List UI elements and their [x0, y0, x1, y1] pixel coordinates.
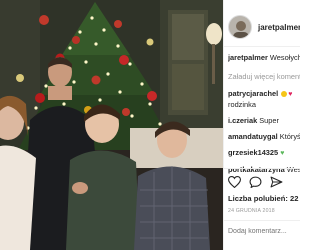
comment-item: portkakatarzyna Wesoł [228, 165, 300, 174]
caption-username[interactable]: jaretpalmer [228, 53, 268, 62]
add-comment-divider [224, 220, 300, 221]
comment-username[interactable]: portkakatarzyna [228, 165, 285, 174]
comment-username[interactable]: grzesiek14325 [228, 148, 278, 157]
load-more-comments-link[interactable]: Załaduj więcej komentarzy [228, 72, 300, 81]
avatar[interactable] [228, 15, 252, 39]
comment-text: Wesoł [286, 165, 300, 175]
comment-item: i.czeriak Super [228, 116, 300, 125]
comment-text: rodzinka [228, 99, 256, 109]
smile-emoji-icon [281, 91, 288, 98]
comment-text: Któryś z nich jest podobny do mamy .O dr… [279, 131, 300, 141]
comment-item: grzesiek14325 ♥ [228, 148, 300, 159]
caption-text: Wesołych [269, 53, 300, 62]
comments-panel: jaretpalmer jaretpalmer Wesołych Załaduj… [223, 0, 300, 250]
action-bar [228, 176, 283, 190]
comment-icon[interactable] [249, 176, 262, 190]
add-comment-input[interactable] [228, 228, 298, 235]
green-heart-emoji-icon: ♥ [280, 149, 285, 157]
heart-emoji-icon: ♥ [288, 91, 293, 99]
actions-divider [224, 168, 300, 169]
likes-count[interactable]: Liczba polubień: 22 4 [228, 194, 300, 203]
heart-icon[interactable] [228, 176, 241, 190]
comment-username[interactable]: amandatuygal [228, 132, 278, 141]
post-header: jaretpalmer [228, 14, 300, 40]
post-date: 24 GRUDNIA 2018 [228, 208, 275, 214]
comments-list: jaretpalmer Wesołych Załaduj więcej kome… [228, 53, 300, 181]
share-icon[interactable] [270, 176, 283, 190]
comment-username[interactable]: i.czeriak [228, 116, 257, 125]
header-divider [224, 46, 300, 47]
post-photo [0, 0, 223, 250]
comment-username[interactable]: patrycjarachel [228, 89, 278, 98]
header-username[interactable]: jaretpalmer [258, 23, 300, 32]
comment-item: amandatuygal Któryś z nich jest podobny … [228, 132, 300, 141]
comment-text: Super [259, 115, 279, 125]
comment-item: patrycjarachel ♥ rodzinka [228, 89, 300, 109]
caption: jaretpalmer Wesołych [228, 53, 300, 62]
